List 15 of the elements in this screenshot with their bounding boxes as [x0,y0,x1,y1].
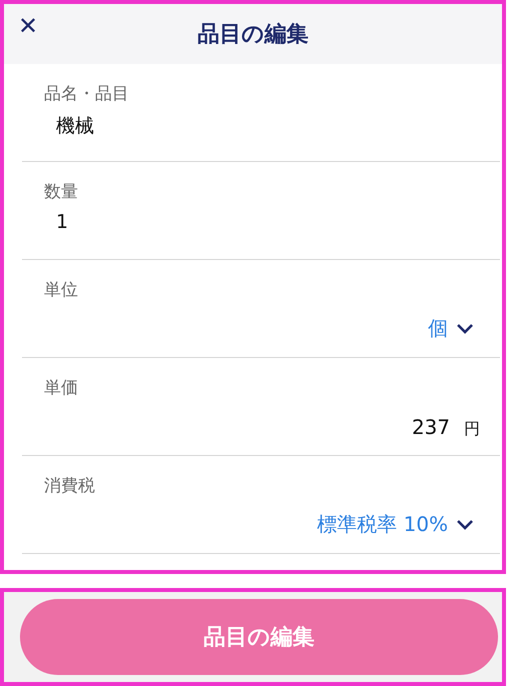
field-label: 単価 [44,377,79,399]
price-value[interactable]: 237 [412,415,450,439]
page-title: 品目の編集 [198,21,308,49]
field-label: 品名・品目 [44,83,130,105]
dropdown[interactable]: 標準税率 10% [317,511,474,538]
field-label: 単位 [44,279,79,301]
chevron-down-icon [456,322,474,334]
field-value[interactable]: 機械 [56,113,500,139]
currency-unit: 円 [464,419,480,440]
dropdown[interactable]: 個 [428,315,474,342]
chevron-down-icon [456,518,474,530]
field-label: 消費税 [44,475,96,497]
field-value[interactable]: 1 [56,211,500,233]
field-label: 数量 [44,181,79,203]
close-button[interactable]: ✕ [18,12,38,40]
